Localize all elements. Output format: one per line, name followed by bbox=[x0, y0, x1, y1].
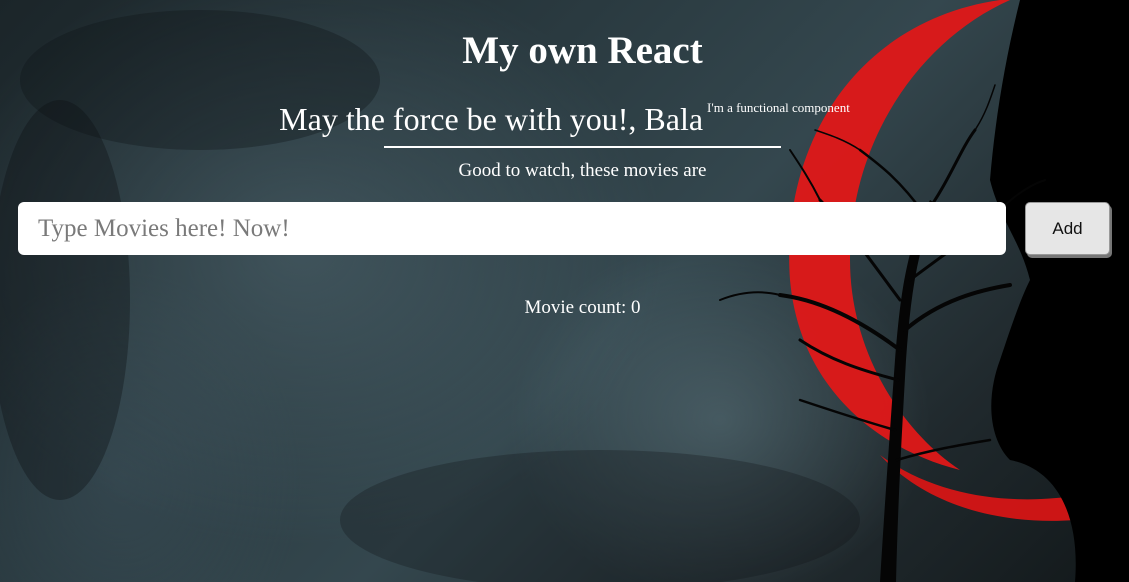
page-title: My own React bbox=[462, 29, 703, 72]
movie-count: Movie count: 0 bbox=[524, 297, 641, 318]
movies-subtitle: Good to watch, these movies are bbox=[458, 160, 707, 181]
greeting-row: May the force be with you!, Bala I'm a fu… bbox=[0, 100, 1129, 138]
greeting-text: May the force be with you!, Bala bbox=[279, 101, 704, 137]
app-container: My own React May the force be with you!,… bbox=[0, 0, 1129, 582]
movie-input[interactable] bbox=[18, 202, 1006, 255]
add-button[interactable]: Add bbox=[1025, 202, 1110, 255]
functional-component-note: I'm a functional component bbox=[707, 100, 850, 115]
divider-line bbox=[384, 146, 781, 148]
